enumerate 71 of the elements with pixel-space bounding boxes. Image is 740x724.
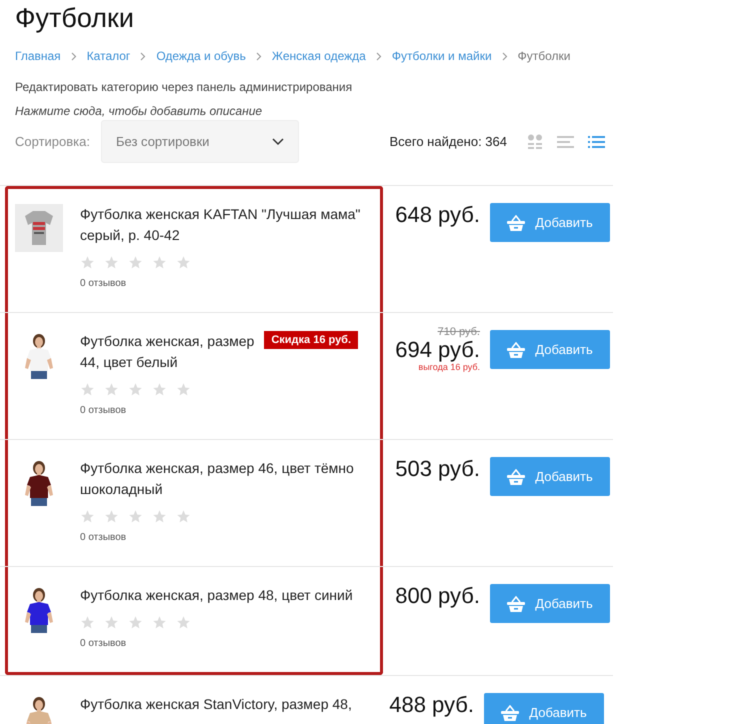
basket-icon bbox=[507, 468, 526, 484]
add-to-cart-button[interactable]: Добавить bbox=[490, 584, 610, 623]
breadcrumb-link[interactable]: Главная bbox=[15, 49, 61, 63]
star-icon bbox=[152, 255, 167, 270]
product-price: 800 руб. bbox=[395, 584, 480, 608]
star-icon bbox=[128, 509, 143, 524]
star-icon bbox=[104, 382, 119, 397]
list-view-icon bbox=[557, 136, 574, 148]
basket-icon bbox=[501, 704, 520, 720]
star-icon bbox=[152, 615, 167, 630]
chevron-icon bbox=[140, 52, 146, 60]
star-icon bbox=[80, 382, 95, 397]
chevron-icon bbox=[70, 52, 77, 60]
breadcrumb-link[interactable]: Футболки и майки bbox=[392, 49, 492, 63]
product-title-link[interactable]: Футболка женская StanVictory, размер 48, bbox=[80, 694, 352, 715]
star-icon bbox=[176, 382, 191, 397]
view-toggle-button[interactable] bbox=[588, 136, 605, 148]
total-count: Всего найдено: 364 bbox=[389, 134, 507, 149]
add-to-cart-button[interactable]: Добавить bbox=[490, 203, 610, 242]
breadcrumb-link[interactable]: Одежда и обувь bbox=[156, 49, 246, 63]
star-icon bbox=[152, 382, 167, 397]
star-icon bbox=[104, 509, 119, 524]
add-to-cart-button[interactable]: Добавить bbox=[490, 457, 610, 496]
admin-edit-link[interactable]: Редактировать категорию через панель администрирования bbox=[15, 80, 740, 94]
sort-label: Сортировка: bbox=[15, 134, 91, 149]
star-icon bbox=[128, 382, 143, 397]
product-title-link[interactable]: Футболка женская, размер 46, цвет тёмно шоколадный bbox=[80, 458, 354, 500]
sort-dropdown[interactable]: Без сортировки bbox=[101, 120, 299, 163]
star-icon bbox=[80, 255, 95, 270]
product-title-link[interactable]: Футболка женская, размер 48, цвет синий bbox=[80, 585, 353, 606]
star-icon bbox=[80, 509, 95, 524]
review-count: 0 отзывов bbox=[80, 278, 128, 289]
page-title: Футболки bbox=[15, 2, 135, 34]
old-price: 710 руб. bbox=[438, 326, 480, 338]
star-icon bbox=[176, 255, 191, 270]
product-title-link[interactable]: Футболка женская KAFTAN "Лучшая мама" серый, р. 40-42 bbox=[80, 204, 360, 246]
chevron-icon bbox=[376, 52, 382, 60]
breadcrumb-current: Футболки bbox=[518, 49, 571, 63]
star-icon bbox=[104, 255, 119, 270]
tiles-view-icon bbox=[527, 134, 543, 150]
star-icon bbox=[104, 615, 119, 630]
view-toggle-button[interactable] bbox=[527, 134, 543, 150]
chevron-icon bbox=[502, 52, 508, 60]
add-to-cart-button[interactable]: Добавить bbox=[490, 330, 610, 369]
star-icon bbox=[152, 509, 167, 524]
breadcrumb-link[interactable]: Каталог bbox=[86, 49, 130, 63]
basket-icon bbox=[507, 214, 526, 230]
breadcrumb-link[interactable]: Женская одежда bbox=[272, 49, 366, 63]
product-price: 503 руб. bbox=[395, 457, 480, 481]
star-icon bbox=[128, 615, 143, 630]
star-icon bbox=[80, 615, 95, 630]
bulleted-list-icon bbox=[588, 136, 605, 148]
chevron-icon bbox=[256, 52, 262, 60]
star-icon bbox=[128, 255, 143, 270]
view-toggle-button[interactable] bbox=[557, 136, 574, 148]
product-price: 648 руб. bbox=[395, 203, 480, 227]
add-description-link[interactable]: Нажмите сюда, чтобы добавить описание bbox=[15, 104, 740, 118]
review-count: 0 отзывов bbox=[80, 405, 128, 416]
star-icon bbox=[176, 509, 191, 524]
star-icon bbox=[176, 615, 191, 630]
review-count: 0 отзывов bbox=[80, 532, 128, 543]
basket-icon bbox=[507, 342, 526, 358]
review-count: 0 отзывов bbox=[80, 638, 128, 649]
product-price: 488 руб. bbox=[389, 693, 474, 717]
discount-badge: Скидка 16 руб. bbox=[264, 331, 358, 349]
basket-icon bbox=[507, 596, 526, 612]
product-price: 694 руб. bbox=[395, 338, 480, 362]
chevron-down-icon bbox=[272, 138, 284, 146]
add-to-cart-button[interactable]: Добавить bbox=[484, 693, 604, 724]
product-title-link[interactable]: Футболка женская, размер 44, цвет белый bbox=[80, 331, 254, 373]
saving-note: выгода 16 руб. bbox=[418, 362, 480, 372]
